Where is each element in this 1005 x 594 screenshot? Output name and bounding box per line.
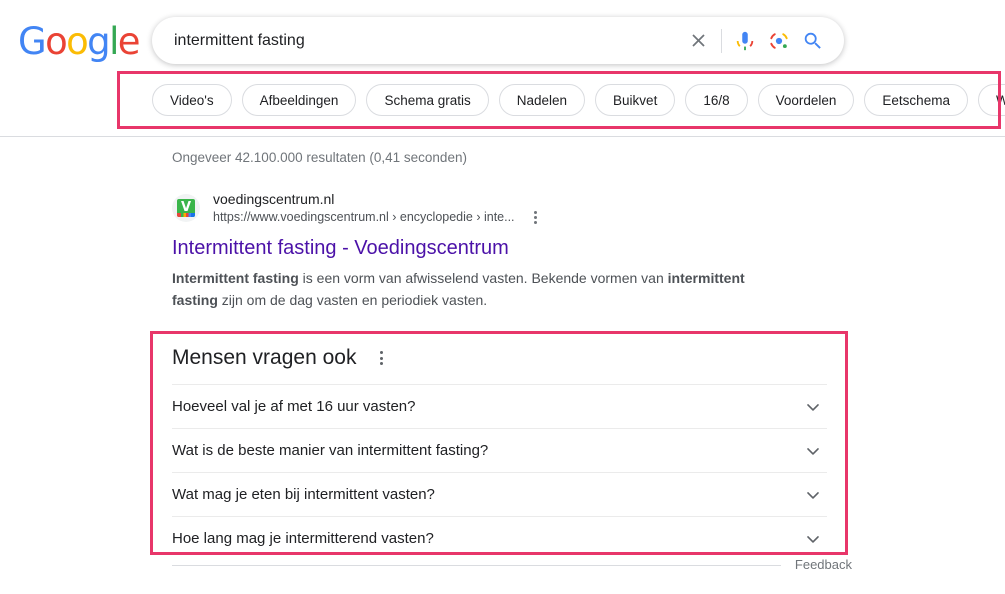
kebab-menu-icon[interactable] bbox=[372, 349, 390, 367]
site-info: voedingscentrum.nl https://www.voedingsc… bbox=[213, 190, 545, 226]
organic-result: V voedingscentrum.nl https://www.voeding… bbox=[172, 190, 852, 311]
logo-letter-o2: o bbox=[66, 20, 89, 63]
favicon: V bbox=[172, 194, 200, 222]
chip-16-8[interactable]: 16/8 bbox=[685, 84, 748, 116]
google-lens-icon[interactable] bbox=[762, 24, 796, 58]
site-url-row: https://www.voedingscentrum.nl › encyclo… bbox=[213, 208, 545, 226]
google-logo[interactable]: Google bbox=[18, 20, 141, 63]
chip-schema-gratis[interactable]: Schema gratis bbox=[366, 84, 489, 116]
chip-afbeeldingen[interactable]: Afbeeldingen bbox=[241, 84, 357, 116]
logo-letter-g1: G bbox=[18, 20, 47, 63]
feedback-link[interactable]: Feedback bbox=[795, 556, 852, 574]
people-also-ask-section: Mensen vragen ook Hoeveel val je af met … bbox=[172, 344, 827, 560]
logo-letter-e: e bbox=[117, 20, 141, 63]
snippet-text-2: zijn om de dag vasten en periodiek vaste… bbox=[217, 292, 488, 308]
result-count: Ongeveer 42.100.000 resultaten (0,41 sec… bbox=[172, 150, 467, 165]
site-url: https://www.voedingscentrum.nl › encyclo… bbox=[213, 210, 515, 224]
chevron-down-icon[interactable] bbox=[803, 485, 823, 505]
result-title-link[interactable]: Intermittent fasting - Voedingscentrum bbox=[172, 235, 852, 261]
close-icon[interactable] bbox=[681, 24, 715, 58]
result-source: V voedingscentrum.nl https://www.voeding… bbox=[172, 190, 852, 226]
result-snippet: Intermittent fasting is een vorm van afw… bbox=[172, 267, 772, 311]
paa-question-text: Hoeveel val je af met 16 uur vasten? bbox=[172, 397, 416, 415]
paa-question-3[interactable]: Wat mag je eten bij intermittent vasten? bbox=[172, 472, 827, 516]
voedingscentrum-favicon-icon: V bbox=[177, 199, 195, 217]
results-column: Ongeveer 42.100.000 resultaten (0,41 sec… bbox=[172, 148, 852, 311]
paa-question-text: Wat mag je eten bij intermittent vasten? bbox=[172, 485, 435, 503]
paa-question-2[interactable]: Wat is de beste manier van intermittent … bbox=[172, 428, 827, 472]
microphone-icon[interactable] bbox=[728, 24, 762, 58]
chevron-down-icon[interactable] bbox=[803, 441, 823, 461]
search-results-page: Google intermittent fasting Video's Afbe… bbox=[0, 0, 1005, 594]
search-input[interactable] bbox=[152, 26, 681, 55]
chip-voordelen[interactable]: Voordelen bbox=[757, 84, 855, 116]
header-divider bbox=[0, 136, 1005, 137]
paa-question-text: Wat is de beste manier van intermittent … bbox=[172, 441, 489, 459]
footer-divider bbox=[172, 564, 781, 566]
favicon-letter: V bbox=[180, 199, 192, 215]
logo-letter-o1: o bbox=[45, 20, 68, 63]
page-header: Google intermittent fasting Video's Afbe… bbox=[0, 0, 1005, 136]
chip-eetschema[interactable]: Eetschema bbox=[864, 84, 968, 116]
feedback-footer: Feedback bbox=[172, 556, 852, 574]
site-name: voedingscentrum.nl bbox=[213, 191, 335, 207]
chevron-down-icon[interactable] bbox=[803, 529, 823, 549]
paa-question-1[interactable]: Hoeveel val je af met 16 uur vasten? bbox=[172, 384, 827, 428]
paa-question-text: Hoe lang mag je intermitterend vasten? bbox=[172, 529, 434, 547]
paa-question-4[interactable]: Hoe lang mag je intermitterend vasten? bbox=[172, 516, 827, 560]
snippet-text-1: is een vorm van afwisselend vasten. Beke… bbox=[298, 270, 668, 286]
snippet-bold-1: Intermittent fasting bbox=[172, 270, 299, 286]
people-also-ask-title: Mensen vragen ook bbox=[172, 346, 357, 369]
chevron-down-icon[interactable] bbox=[803, 397, 823, 417]
favicon-stripe bbox=[177, 213, 195, 217]
chip-videos[interactable]: Video's bbox=[152, 84, 232, 116]
filter-chips: Video's Afbeeldingen Schema gratis Nadel… bbox=[152, 84, 1005, 116]
logo-letter-g2: g bbox=[87, 20, 110, 63]
people-also-ask-header: Mensen vragen ook bbox=[172, 344, 827, 372]
chip-wat-is[interactable]: Wat is bbox=[977, 84, 1005, 116]
chip-nadelen[interactable]: Nadelen bbox=[498, 84, 586, 116]
search-box-actions bbox=[681, 24, 844, 58]
logo-letter-l: l bbox=[109, 20, 119, 63]
kebab-menu-icon[interactable] bbox=[527, 208, 545, 226]
search-box[interactable] bbox=[152, 17, 844, 64]
search-icon[interactable] bbox=[796, 24, 830, 58]
chip-buikvet[interactable]: Buikvet bbox=[595, 84, 676, 116]
search-box-divider bbox=[721, 28, 722, 53]
